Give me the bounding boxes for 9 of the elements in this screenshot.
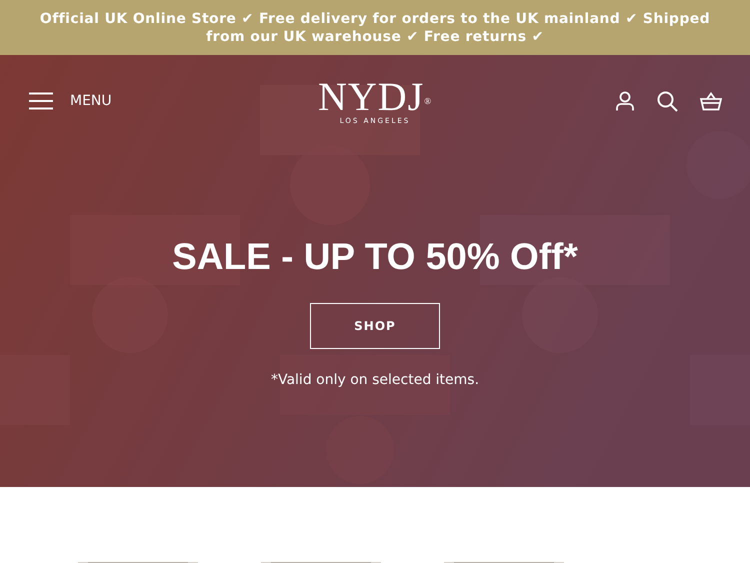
hero-note: *Valid only on selected items. xyxy=(270,372,480,388)
menu-icon xyxy=(28,92,54,110)
shop-button[interactable]: SHOP xyxy=(310,303,440,349)
announcement-text: Official UK Online Store ✔ Free delivery for orders to the UK mainland ✔ Shipped from our UK warehouse ✔ Free returns ✔ xyxy=(38,10,712,46)
basket-icon[interactable] xyxy=(700,92,722,110)
menu-button[interactable]: MENU xyxy=(28,92,112,110)
account-icon[interactable] xyxy=(614,91,635,111)
search-icon[interactable] xyxy=(656,90,678,112)
hero-heading: SALE - UP TO 50% Off* xyxy=(172,235,578,279)
